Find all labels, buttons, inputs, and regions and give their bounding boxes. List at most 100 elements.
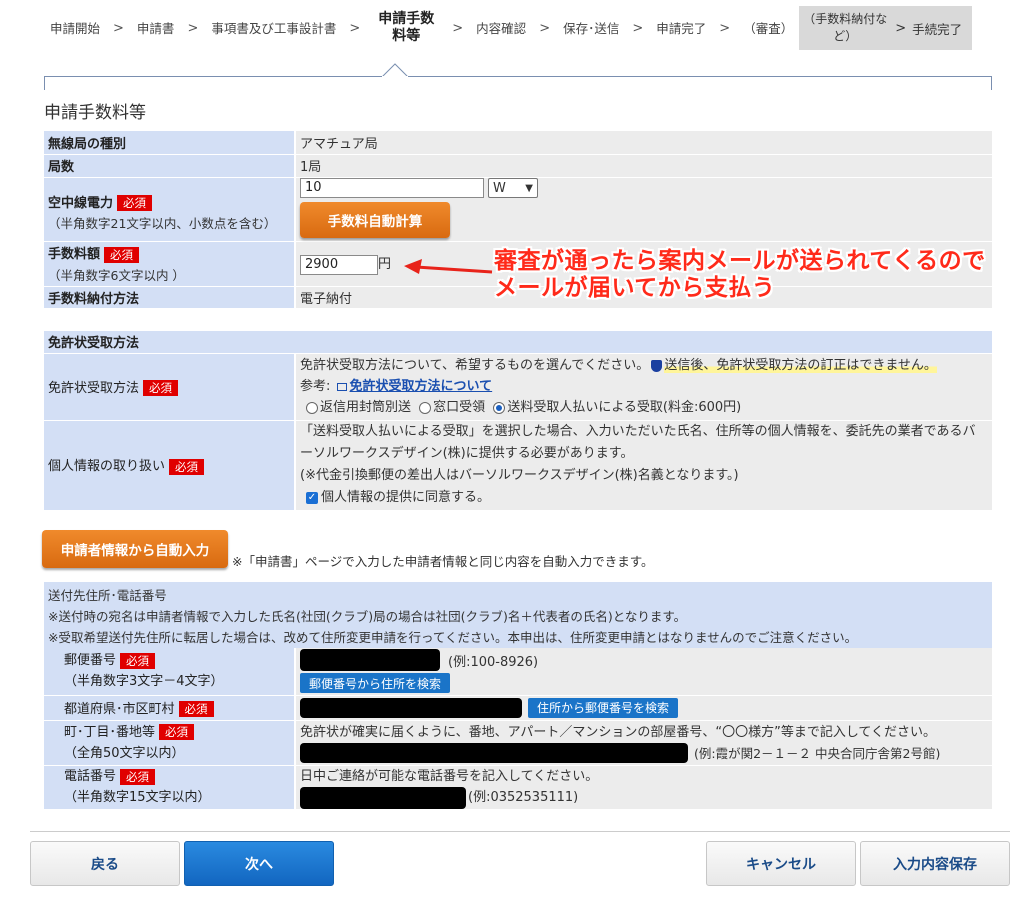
step-payment: （手数料納付など） [803, 12, 888, 43]
method-warning: 送信後、免許状受取方法の訂正はできません。 [664, 358, 937, 373]
address-note-1: ※送付時の宛名は申請者情報で入力した氏名(社団(クラブ)局の場合は社団(クラブ)… [48, 609, 687, 624]
step-review: （審査） [743, 20, 794, 36]
phone-input[interactable] [300, 786, 466, 809]
privacy-text-2: (※代金引換郵便の差出人はバーソルワークスデザイン(株)名義となります。) [300, 468, 739, 483]
ref-label: 参考: [300, 379, 331, 394]
address-header-block: 送付先住所･電話番号 ※送付時の宛名は申請者情報で入力した氏名(社団(クラブ)局… [44, 582, 992, 648]
amount-label: 手数料額 [48, 247, 101, 263]
address-table: 郵便番号 必須 （半角数字3文字－4文字） (例:100-8926) 郵便番号から… [44, 648, 992, 810]
save-button[interactable]: 入力内容保存 [860, 841, 1010, 886]
chevron-right-icon: > [632, 20, 644, 36]
method-label-cell: 免許状受取方法 必須 [44, 353, 295, 421]
power-input[interactable]: 10 [300, 178, 484, 198]
chevron-right-icon: > [349, 20, 361, 36]
chevron-right-icon: > [187, 20, 199, 36]
step-design-docs: 事項書及び工事設計書 > [205, 6, 367, 50]
chevron-right-icon: > [113, 20, 124, 36]
postal-label: 郵便番号 [64, 653, 117, 669]
pref-label: 都道府県･市区町村 [64, 701, 175, 717]
license-method-link[interactable]: 免許状受取方法について [350, 379, 493, 394]
street-input[interactable] [300, 743, 688, 763]
radio-window[interactable] [419, 401, 432, 414]
postal-example: (例:100-8926) [448, 654, 539, 670]
step-finish: 手続完了 [912, 21, 963, 37]
external-link-icon [336, 382, 347, 391]
street-label: 町･丁目･番地等 [64, 724, 156, 740]
phone-label-cell: 電話番号 必須 （半角数字15文字以内） [44, 765, 295, 810]
step-fee-current: 申請手数料等 > [367, 6, 470, 50]
annotation-line-1: 審査が通ったら案内メールが送られてくるので [494, 248, 986, 274]
option-window: 窓口受領 [433, 400, 486, 415]
station-type-value: アマチュア局 [294, 131, 992, 155]
method-value-cell: 免許状受取方法について、希望するものを選んでください。 送信後、免許状受取方法の訂… [294, 353, 992, 421]
license-section-title: 免許状受取方法 [44, 331, 992, 354]
required-badge: 必須 [169, 458, 205, 475]
chevron-down-icon: ▼ [525, 182, 533, 194]
postal-search-button[interactable]: 郵便番号から住所を検索 [300, 673, 451, 694]
privacy-text-1: 「送料受取人払いによる受取」を選択した場合、入力いただいた氏名、住所等の個人情報… [300, 424, 976, 461]
footer-divider [30, 831, 1010, 832]
chevron-right-icon: > [895, 20, 907, 36]
amount-unit: 円 [378, 256, 392, 272]
step-application: 申請書 > [131, 6, 205, 50]
cancel-button[interactable]: キャンセル [706, 841, 856, 886]
postal-hint: （半角数字3文字－4文字） [64, 674, 224, 690]
phone-note: 日中ご連絡が可能な電話番号を記入してください。 [300, 768, 599, 784]
count-value: 1局 [294, 154, 992, 178]
auto-calc-button[interactable]: 手数料自動計算 [300, 202, 450, 238]
privacy-agree-checkbox[interactable]: ✓ [306, 491, 318, 504]
privacy-agree-label: 個人情報の提供に同意する。 [321, 490, 491, 505]
radio-cod-delivery[interactable] [493, 401, 506, 414]
next-button[interactable]: 次へ [184, 841, 334, 886]
amount-hint: （半角数字6文字以内 ） [48, 267, 185, 283]
power-unit-select[interactable]: W ▼ [488, 178, 538, 198]
step-complete: 申請完了 > [650, 6, 737, 50]
postal-value-cell: (例:100-8926) 郵便番号から住所を検索 [294, 648, 992, 696]
street-example: (例:霞が関2－１－２ 中央合同庁舎第2号館) [694, 745, 941, 761]
current-step-pointer [382, 63, 408, 77]
annotation-arrow-icon [404, 259, 493, 274]
street-value-cell: 免許状が確実に届くように、番地、アパート／マンションの部屋番号、“〇〇様方”等ま… [294, 720, 992, 766]
address-header: 送付先住所･電話番号 [48, 588, 167, 603]
chevron-right-icon: > [539, 20, 551, 36]
back-button[interactable]: 戻る [30, 841, 180, 886]
phone-value-cell: 日中ご連絡が可能な電話番号を記入してください。 (例:0352535111) [294, 765, 992, 810]
required-badge: 必須 [120, 652, 156, 669]
amount-input[interactable]: 2900 [300, 254, 378, 275]
option-cod-delivery: 送料受取人払いによる受取(料金:600円) [507, 400, 742, 415]
progress-steps: 申請開始 > 申請書 > 事項書及び工事設計書 > 申請手数料等 > 内容確認 > 保存･… [44, 6, 973, 50]
annotation-line-2: メールが届いてから支払う [494, 275, 776, 301]
power-label: 空中線電力 [48, 195, 114, 211]
power-value-cell: 10 W ▼ 手数料自動計算 [294, 177, 992, 242]
step-start: 申請開始 > [44, 6, 131, 50]
autofill-button[interactable]: 申請者情報から自動入力 [42, 530, 228, 568]
postal-input[interactable] [300, 649, 440, 672]
chevron-right-icon: > [719, 20, 731, 36]
privacy-value-cell: 「送料受取人払いによる受取」を選択した場合、入力いただいた氏名、住所等の個人情報… [294, 420, 992, 511]
step-confirm: 内容確認 > [470, 6, 557, 50]
address-search-button[interactable]: 住所から郵便番号を検索 [528, 697, 679, 718]
annotation-text: 審査が通ったら案内メールが送られてくるので メールが届いてから支払う [494, 248, 986, 302]
power-unit-value: W [493, 180, 506, 196]
street-note: 免許状が確実に届くように、番地、アパート／マンションの部屋番号、“〇〇様方”等ま… [300, 724, 937, 740]
amount-label-cell: 手数料額 必須 （半角数字6文字以内 ） [44, 241, 295, 287]
street-hint: （全角50文字以内） [64, 745, 185, 761]
required-badge: 必須 [104, 246, 140, 263]
pref-label-cell: 都道府県･市区町村 必須 [44, 695, 295, 721]
required-badge: 必須 [143, 380, 179, 397]
step-gray-group: （手数料納付など） > 手続完了 [799, 6, 973, 50]
method-label: 免許状受取方法 [48, 380, 140, 396]
required-badge: 必須 [178, 701, 214, 718]
payment-label: 手数料納付方法 [44, 286, 295, 309]
postal-label-cell: 郵便番号 必須 （半角数字3文字－4文字） [44, 648, 295, 696]
progress-divider [44, 76, 992, 90]
phone-example: (例:0352535111) [468, 790, 579, 805]
privacy-label-cell: 個人情報の取り扱い 必須 [44, 420, 295, 511]
shield-icon [651, 359, 663, 372]
radio-return-envelope[interactable] [306, 401, 318, 414]
street-label-cell: 町･丁目･番地等 必須 （全角50文字以内） [44, 720, 295, 766]
pref-input[interactable] [300, 697, 522, 718]
count-label: 局数 [44, 154, 295, 178]
phone-hint: （半角数字15文字以内） [64, 790, 211, 805]
pref-value-cell: 住所から郵便番号を検索 [294, 695, 992, 721]
